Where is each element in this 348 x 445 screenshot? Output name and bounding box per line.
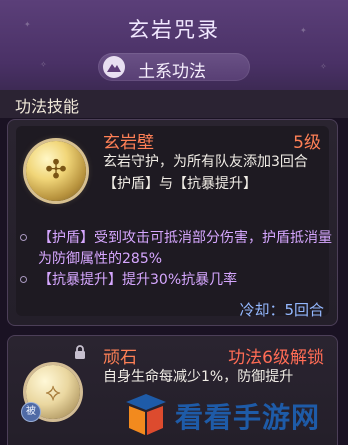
- medal-emblem-icon: ✣: [45, 155, 67, 185]
- stone-emblem-icon: ⟡: [45, 378, 61, 406]
- bullet-icon: [20, 234, 27, 241]
- effect-shield: 【护盾】受到攻击可抵消部分伤害，护盾抵消量为防御属性的285%: [20, 228, 332, 270]
- watermark-logo-icon: [126, 394, 166, 435]
- watermark: 看看手游网: [112, 388, 348, 445]
- lock-icon: [74, 345, 86, 360]
- skill-level: 5级: [293, 133, 321, 153]
- page-title: 玄岩咒录: [128, 18, 220, 42]
- skill-description: 自身生命每减少1%，防御提升: [103, 369, 294, 385]
- sparkle-decoration: ✧: [40, 60, 47, 69]
- cooldown-text: 冷却：5回合: [239, 301, 324, 319]
- header: ✦ ✦ ✧ ✧ 玄岩咒录 土系功法: [0, 0, 348, 90]
- effect-tag: 【抗暴提升】: [38, 272, 122, 288]
- section-title: 功法技能: [15, 97, 80, 116]
- element-type-label: 土系功法: [138, 62, 206, 82]
- skill-name: 顽石: [103, 348, 137, 368]
- skill-description: 玄岩守护，为所有队友添加3回合【护盾】与【抗暴提升】: [103, 154, 308, 192]
- golden-medal-icon: ✣: [26, 141, 86, 201]
- watermark-text: 看看手游网: [175, 401, 321, 434]
- mountain-icon: [103, 56, 125, 78]
- bullet-icon: [20, 276, 27, 283]
- element-type-tag: 土系功法: [98, 53, 250, 82]
- skill-name: 玄岩壁: [103, 133, 154, 153]
- passive-badge: 被: [22, 403, 40, 421]
- effect-tag: 【护盾】: [38, 230, 94, 246]
- skill-effects: 【护盾】受到攻击可抵消部分伤害，护盾抵消量为防御属性的285% 【抗暴提升】提升…: [20, 228, 332, 291]
- effect-text: 提升30%抗暴几率: [122, 272, 238, 288]
- section-header: 功法技能: [0, 90, 348, 118]
- sparkle-decoration: ✧: [320, 62, 327, 71]
- unlock-requirement: 功法6级解锁: [228, 348, 324, 368]
- effect-crit-resist: 【抗暴提升】提升30%抗暴几率: [20, 270, 332, 291]
